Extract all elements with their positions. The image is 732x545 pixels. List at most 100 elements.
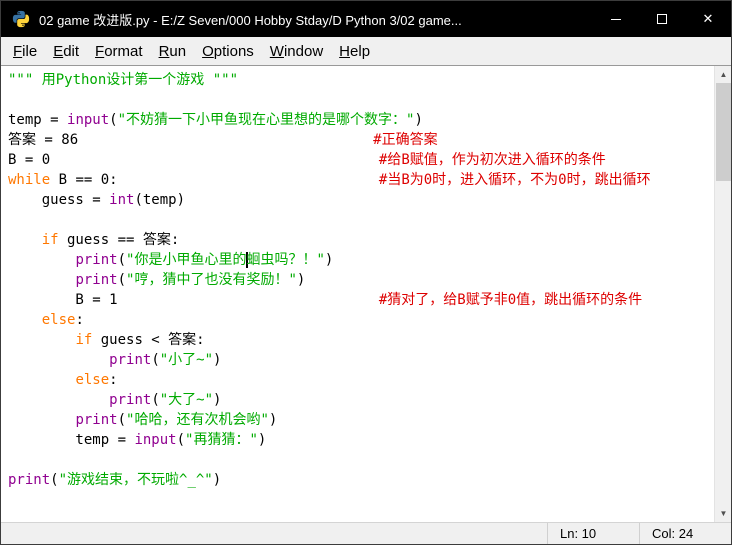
code-token: if	[75, 332, 93, 348]
menu-item-label: O	[202, 42, 214, 60]
column-indicator: Col: 24	[639, 523, 731, 544]
menu-bar: File Edit Format Run Options Window Help	[1, 37, 731, 65]
code-line: print("哈哈，还有次机会哟")	[8, 410, 714, 430]
code-token: "小了~"	[159, 352, 214, 368]
code-token: guess == 答案:	[58, 232, 180, 248]
code-token: if	[41, 232, 59, 248]
menu-item-label: R	[158, 42, 170, 60]
code-line: guess = int(temp)	[8, 190, 714, 210]
code-line: print("游戏结束，不玩啦^_^")	[8, 470, 714, 490]
code-token: (	[109, 112, 118, 128]
code-line: print("哼，猜中了也没有奖励！")	[8, 270, 714, 290]
menu-item-window[interactable]: Window	[262, 40, 331, 63]
code-token: #猜对了，给B赋予非0值，跳出循环的条件	[378, 292, 643, 308]
code-line: B = 0 #给B赋值，作为初次进入循环的条件	[8, 150, 714, 170]
menu-item-options[interactable]: Options	[194, 40, 262, 63]
scroll-up-arrow-icon[interactable]: ▲	[715, 66, 731, 83]
code-token: temp =	[8, 432, 135, 448]
window-title: 02 game 改进版.py - E:/Z Seven/000 Hobby St…	[39, 12, 462, 28]
code-token: )	[268, 412, 278, 428]
code-token: (	[117, 272, 127, 288]
code-token: :	[109, 372, 118, 388]
code-line: temp = input("不妨猜一下小甲鱼现在心里想的是哪个数字：")	[8, 110, 714, 130]
scrollbar-thumb[interactable]	[716, 83, 731, 181]
code-token: )	[296, 272, 306, 288]
code-line: print("大了~")	[8, 390, 714, 410]
code-token: (	[117, 412, 127, 428]
code-token: )	[213, 392, 222, 408]
code-token: B == 0:	[50, 172, 118, 188]
code-line: """ 用Python设计第一个游戏 """	[8, 70, 714, 90]
menu-item-label: F	[13, 42, 23, 60]
line-indicator: Ln: 10	[547, 523, 639, 544]
code-line: while B == 0: #当B为0时，进入循环，不为0时，跳出循环	[8, 170, 714, 190]
code-line: print("小了~")	[8, 350, 714, 370]
code-token: (	[151, 352, 160, 368]
code-token: "你是小甲鱼心里的	[126, 252, 247, 268]
menu-item-label: F	[95, 42, 105, 60]
code-line: B = 1 #猜对了，给B赋予非0值，跳出循环的条件	[8, 290, 714, 310]
code-token: else	[41, 312, 76, 328]
minimize-icon	[611, 18, 621, 20]
code-line: if guess == 答案:	[8, 230, 714, 250]
code-token: "不妨猜一下小甲鱼现在心里想的是哪个数字："	[117, 112, 415, 128]
code-line: 答案 = 86 #正确答案	[8, 130, 714, 150]
code-token: (	[117, 252, 127, 268]
code-line: if guess < 答案:	[8, 330, 714, 350]
code-token: guess =	[8, 192, 110, 208]
scroll-down-arrow-icon[interactable]: ▼	[715, 505, 731, 522]
code-token: print	[75, 252, 118, 268]
menu-item-format[interactable]: Format	[87, 40, 151, 63]
minimize-button[interactable]	[593, 1, 639, 37]
python-logo-icon	[12, 10, 30, 28]
code-area[interactable]: """ 用Python设计第一个游戏 """ temp = input("不妨猜…	[1, 66, 714, 522]
code-token: print	[8, 472, 51, 488]
menu-item-label: H	[339, 42, 351, 60]
code-token: #当B为0时，进入循环，不为0时，跳出循环	[378, 172, 651, 188]
menu-item-run[interactable]: Run	[151, 40, 195, 63]
code-token: print	[75, 272, 118, 288]
code-line: else:	[8, 370, 714, 390]
close-button[interactable]: ✕	[685, 1, 731, 37]
menu-item-edit[interactable]: Edit	[45, 40, 87, 63]
code-line: else:	[8, 310, 714, 330]
code-token: )	[324, 252, 334, 268]
code-token: guess < 答案:	[92, 332, 205, 348]
code-token: "哈哈，还有次机会哟"	[126, 412, 269, 428]
code-token: )	[257, 432, 267, 448]
code-line: temp = input("再猜猜：")	[8, 430, 714, 450]
maximize-button[interactable]	[639, 1, 685, 37]
editor: """ 用Python设计第一个游戏 """ temp = input("不妨猜…	[1, 65, 731, 522]
menu-item-label: W	[269, 42, 284, 60]
code-token: temp =	[8, 112, 68, 128]
idle-editor-window: 02 game 改进版.py - E:/Z Seven/000 Hobby St…	[0, 0, 732, 545]
code-token: input	[67, 112, 110, 128]
vertical-scrollbar: ▲ ▼	[714, 66, 731, 522]
code-token: 蛔虫吗？！"	[246, 252, 325, 268]
code-token: while	[8, 172, 51, 188]
code-token: (temp)	[134, 192, 186, 208]
code-token: B = 1	[8, 292, 118, 308]
code-token: )	[212, 472, 222, 488]
maximize-icon	[657, 14, 667, 24]
code-token: "游戏结束，不玩啦^_^"	[58, 472, 213, 488]
code-token: print	[109, 352, 152, 368]
menu-item-file[interactable]: File	[5, 40, 45, 63]
code-token: (	[50, 472, 59, 488]
code-token: int	[109, 192, 135, 208]
code-token: """ 用Python设计第一个游戏 """	[8, 72, 239, 88]
code-token: 答案 = 86	[8, 132, 79, 148]
code-token: else	[75, 372, 110, 388]
code-token: B = 0	[8, 152, 51, 168]
menu-item-help[interactable]: Help	[331, 40, 378, 63]
